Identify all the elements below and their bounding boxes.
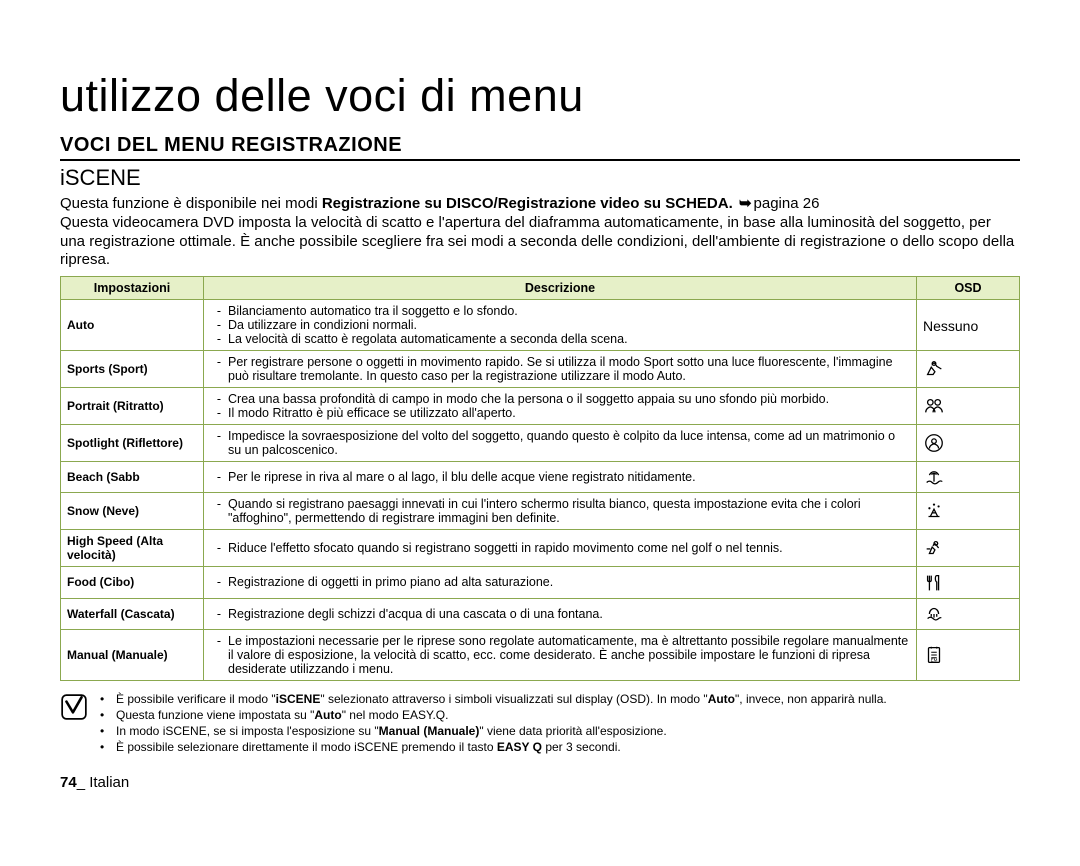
table-row: Portrait (Ritratto)-Crea una bassa profo…: [61, 388, 1020, 425]
manual-page: utilizzo delle voci di menu VOCI DEL MEN…: [0, 0, 1080, 791]
table-row: Spotlight (Riflettore)-Impedisce la sovr…: [61, 425, 1020, 462]
table-row: High Speed (Alta velocità)-Riduce l'effe…: [61, 530, 1020, 567]
description-cell: -Per registrare persone o oggetti in mov…: [204, 351, 917, 388]
intro-pageref: pagina 26: [754, 195, 820, 212]
setting-cell: Auto: [61, 300, 204, 351]
snow-icon: [923, 500, 945, 522]
osd-cell: [917, 493, 1020, 530]
note-item: •È possibile selezionare direttamente il…: [100, 739, 887, 755]
notes-list: •È possibile verificare il modo "iSCENE"…: [100, 691, 887, 756]
page-title: utilizzo delle voci di menu: [60, 70, 1020, 122]
waterfall-icon: [923, 603, 945, 625]
osd-cell: Nessuno: [917, 300, 1020, 351]
page-footer: 74_ Italian: [60, 774, 1020, 791]
setting-cell: Manual (Manuale): [61, 629, 204, 680]
setting-cell: Food (Cibo): [61, 567, 204, 598]
osd-cell: [917, 567, 1020, 598]
th-osd: OSD: [917, 277, 1020, 300]
setting-cell: High Speed (Alta velocità): [61, 530, 204, 567]
sports-icon: [923, 358, 945, 380]
description-cell: -Bilanciamento automatico tra il soggett…: [204, 300, 917, 351]
setting-cell: Snow (Neve): [61, 493, 204, 530]
food-icon: [923, 572, 945, 594]
osd-cell: [917, 462, 1020, 493]
page-ref-arrow: ➥: [739, 195, 752, 214]
footer-sep: _: [77, 774, 90, 791]
description-cell: -Le impostazioni necessarie per le ripre…: [204, 629, 917, 680]
subheading-iscene: iSCENE: [60, 165, 1020, 191]
table-row: Sports (Sport)-Per registrare persone o …: [61, 351, 1020, 388]
spotlight-icon: [923, 432, 945, 454]
setting-cell: Waterfall (Cascata): [61, 598, 204, 629]
description-cell: -Registrazione degli schizzi d'acqua di …: [204, 598, 917, 629]
table-row: Snow (Neve)-Quando si registrano paesagg…: [61, 493, 1020, 530]
note-item: •Questa funzione viene impostata su "Aut…: [100, 707, 887, 723]
osd-cell: [917, 425, 1020, 462]
osd-cell: [917, 598, 1020, 629]
description-cell: -Crea una bassa profondità di campo in m…: [204, 388, 917, 425]
osd-cell: [917, 629, 1020, 680]
section-title: VOCI DEL MENU REGISTRAZIONE: [60, 134, 1020, 161]
intro-text: Questa funzione è disponibile nei modi R…: [60, 195, 1020, 270]
th-impostazioni: Impostazioni: [61, 277, 204, 300]
manual-icon: [923, 644, 945, 666]
table-row: Manual (Manuale)-Le impostazioni necessa…: [61, 629, 1020, 680]
table-row: Waterfall (Cascata)-Registrazione degli …: [61, 598, 1020, 629]
description-cell: -Registrazione di oggetti in primo piano…: [204, 567, 917, 598]
setting-cell: Portrait (Ritratto): [61, 388, 204, 425]
description-cell: -Riduce l'effetto sfocato quando si regi…: [204, 530, 917, 567]
portrait-icon: [923, 395, 945, 417]
description-cell: -Per le riprese in riva al mare o al lag…: [204, 462, 917, 493]
osd-cell: [917, 351, 1020, 388]
footer-lang: Italian: [89, 774, 129, 791]
description-cell: -Impedisce la sovraesposizione del volto…: [204, 425, 917, 462]
table-row: Food (Cibo)-Registrazione di oggetti in …: [61, 567, 1020, 598]
description-cell: -Quando si registrano paesaggi innevati …: [204, 493, 917, 530]
intro-pre: Questa funzione è disponibile nei modi: [60, 195, 322, 212]
page-number: 74: [60, 774, 77, 791]
note-item: •In modo iSCENE, se si imposta l'esposiz…: [100, 723, 887, 739]
osd-cell: [917, 388, 1020, 425]
setting-cell: Beach (Sabb: [61, 462, 204, 493]
intro-bold: Registrazione su DISCO/Registrazione vid…: [322, 195, 733, 212]
iscene-table: Impostazioni Descrizione OSD Auto-Bilanc…: [60, 276, 1020, 681]
table-header-row: Impostazioni Descrizione OSD: [61, 277, 1020, 300]
note-box: •È possibile verificare il modo "iSCENE"…: [60, 691, 1020, 756]
highspeed-icon: [923, 537, 945, 559]
intro-body: Questa videocamera DVD imposta la veloci…: [60, 214, 1014, 269]
note-item: •È possibile verificare il modo "iSCENE"…: [100, 691, 887, 707]
setting-cell: Sports (Sport): [61, 351, 204, 388]
setting-cell: Spotlight (Riflettore): [61, 425, 204, 462]
note-icon: [60, 693, 90, 726]
osd-cell: [917, 530, 1020, 567]
th-descrizione: Descrizione: [204, 277, 917, 300]
table-row: Beach (Sabb-Per le riprese in riva al ma…: [61, 462, 1020, 493]
table-row: Auto-Bilanciamento automatico tra il sog…: [61, 300, 1020, 351]
beach-icon: [923, 466, 945, 488]
